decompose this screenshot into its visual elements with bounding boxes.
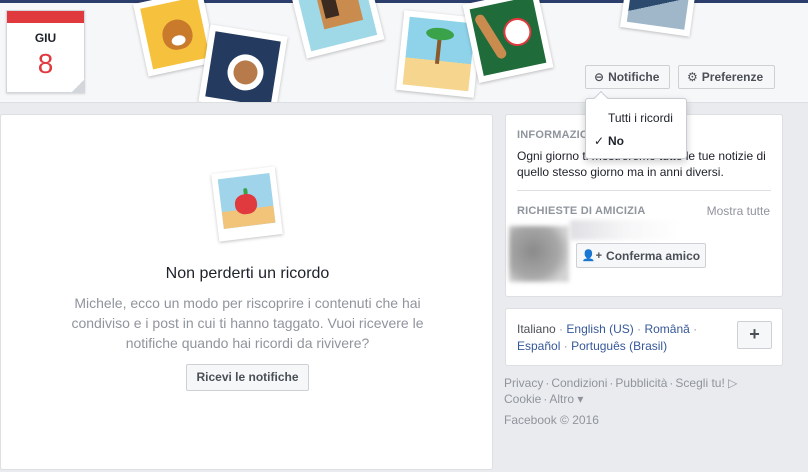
apple-photo-image xyxy=(217,173,276,230)
footer-link-more[interactable]: Altro xyxy=(549,392,574,406)
footer-link-terms[interactable]: Condizioni xyxy=(551,376,607,390)
footer-link-cookies[interactable]: Cookie xyxy=(504,392,541,406)
apple-photo-icon xyxy=(211,166,283,242)
see-all-link[interactable]: Mostra tutte xyxy=(707,204,770,218)
language-link-romanian[interactable]: Română xyxy=(644,322,689,336)
memories-card: Non perderti un ricordo Michele, ecco un… xyxy=(0,114,493,470)
menu-item-no[interactable]: ✓ No xyxy=(586,130,686,152)
menu-item-label: No xyxy=(608,134,624,148)
footer-link-privacy[interactable]: Privacy xyxy=(504,376,543,390)
language-link-portuguese[interactable]: Português (Brasil) xyxy=(571,339,667,353)
current-language: Italiano xyxy=(517,322,556,336)
notifications-label: Notifiche xyxy=(608,70,660,84)
calendar-header-bar xyxy=(7,11,84,23)
calendar-page-curl xyxy=(71,79,85,93)
footer-link-advertising[interactable]: Pubblicità xyxy=(615,376,667,390)
card-title: Non perderti un ricordo xyxy=(165,265,330,282)
menu-item-all-memories[interactable]: Tutti i ricordi xyxy=(586,107,686,129)
friend-request-row: 👤+ Conferma amico xyxy=(506,218,783,282)
caret-down-icon: ▾ xyxy=(574,392,584,406)
minus-circle-icon: ⊖ xyxy=(594,70,605,84)
add-language-button[interactable]: + xyxy=(737,321,772,349)
calendar-day: 8 xyxy=(37,48,54,79)
menu-item-label: Tutti i ricordi xyxy=(608,111,673,125)
card-description: Michele, ecco un modo per riscoprire i c… xyxy=(71,295,424,351)
confirm-friend-button[interactable]: 👤+ Conferma amico xyxy=(576,243,706,268)
memories-banner: GIU 8 ⊖ Notifiche ⚙ Preferenze xyxy=(0,0,808,103)
gear-icon: ⚙ xyxy=(687,70,698,84)
preferences-button[interactable]: ⚙ Preferenze xyxy=(678,65,775,89)
blurred-name xyxy=(570,220,680,240)
preferences-label: Preferenze xyxy=(701,70,764,84)
get-notifications-button[interactable]: Ricevi le notifiche xyxy=(186,364,309,391)
check-icon: ✓ xyxy=(594,134,605,148)
coffee-photo-icon xyxy=(198,24,288,102)
footer-links: Privacy · Condizioni · Pubblicità · Scegli tu!… xyxy=(504,376,738,406)
language-link-english[interactable]: English (US) xyxy=(566,322,633,336)
notifications-button[interactable]: ⊖ Notifiche xyxy=(585,65,670,89)
calendar-icon: GIU 8 xyxy=(6,10,85,93)
add-friend-icon: 👤+ xyxy=(581,250,603,262)
language-card: Italiano · English (US) · Română · Españ… xyxy=(505,308,783,366)
language-link-spanish[interactable]: Español xyxy=(517,339,560,353)
footer: Privacy · Condizioni · Pubblicità · Scegli tu!… xyxy=(504,375,784,428)
avatar[interactable] xyxy=(509,226,569,282)
info-section-title: INFORMAZIO xyxy=(517,129,589,141)
baseball-photo-icon xyxy=(462,0,554,84)
confirm-friend-label: Conferma amico xyxy=(606,248,701,263)
language-list: Italiano · English (US) · Română · Españ… xyxy=(517,322,698,353)
cake-photo-icon xyxy=(287,0,385,59)
footer-link-ad-choices[interactable]: Scegli tu! xyxy=(675,376,724,390)
calendar-month: GIU xyxy=(34,31,57,45)
section-divider xyxy=(517,190,771,191)
notifications-dropdown: Tutti i ricordi ✓ No xyxy=(585,90,687,159)
ad-choices-icon: ▷ xyxy=(724,376,738,390)
landscape-photo-icon xyxy=(620,0,698,37)
friend-requests-title: RICHIESTE DI AMICIZIA xyxy=(517,205,646,217)
copyright: Facebook © 2016 xyxy=(504,413,599,427)
